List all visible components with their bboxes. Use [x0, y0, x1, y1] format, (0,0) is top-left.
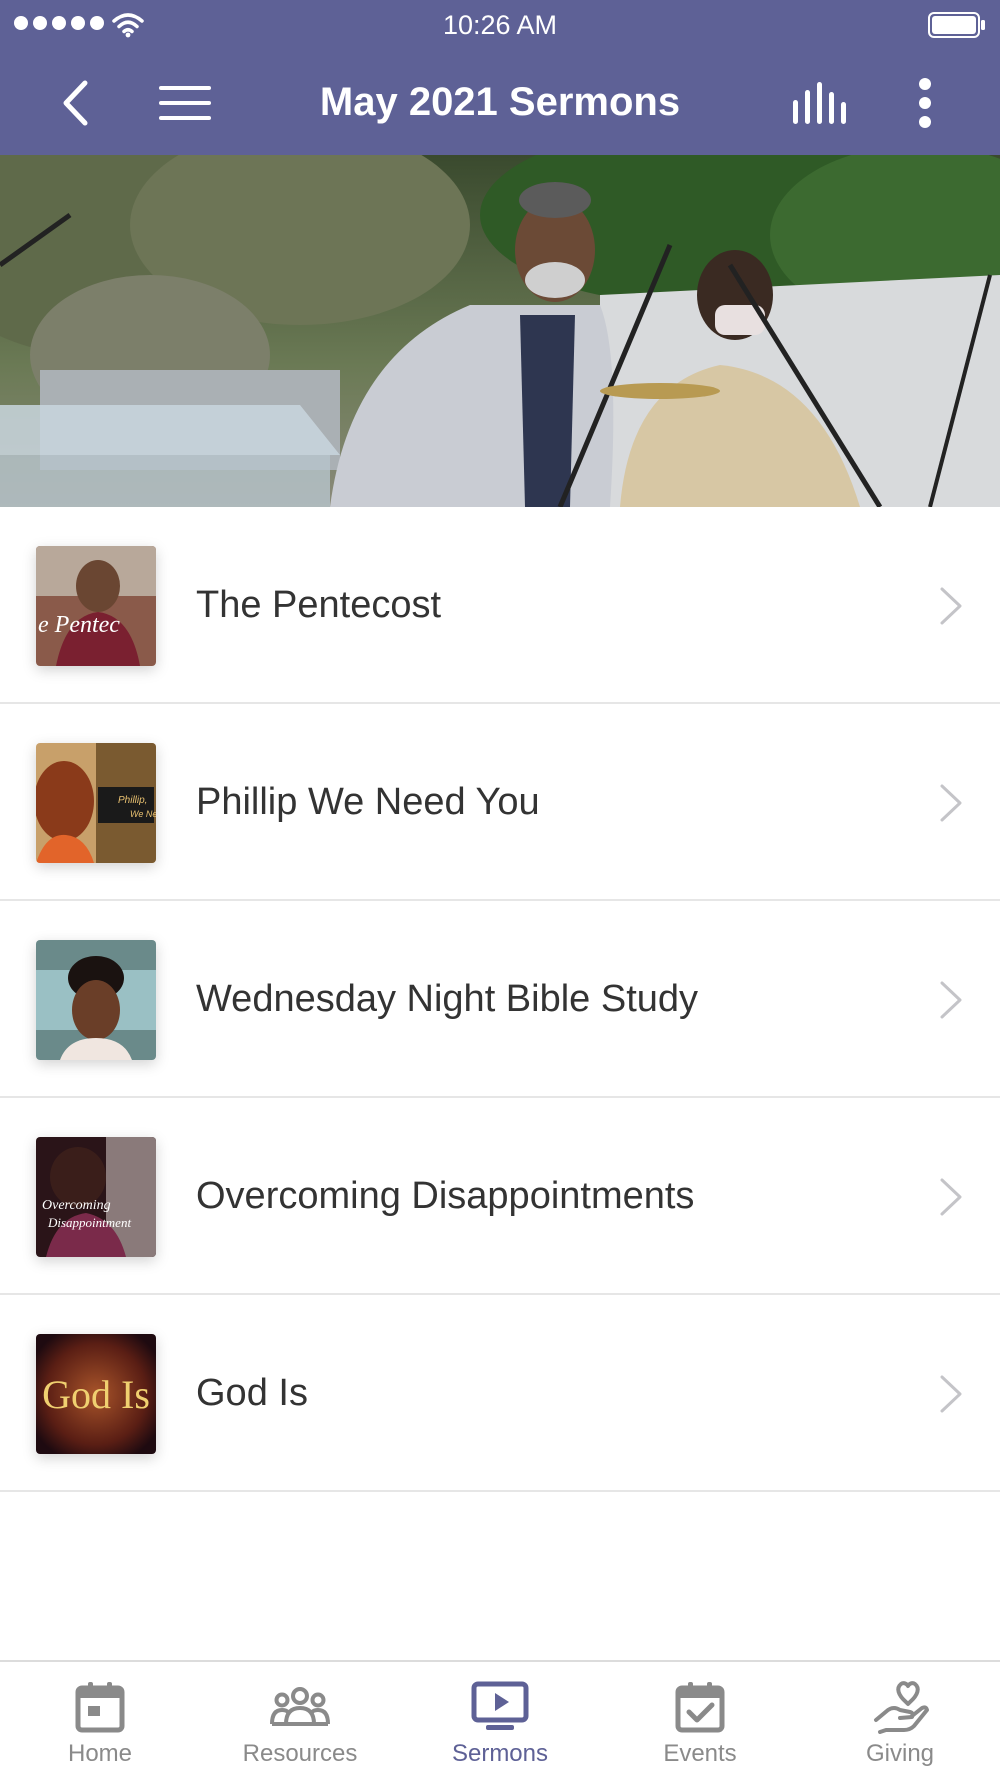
calendar-icon	[75, 1682, 125, 1733]
tab-giving[interactable]: Giving	[800, 1662, 1000, 1778]
tab-label: Events	[663, 1740, 737, 1767]
sermon-row[interactable]: God Is God Is	[0, 1295, 1000, 1492]
tab-resources[interactable]: Resources	[200, 1662, 400, 1778]
chevron-right-icon	[940, 981, 962, 1019]
sermon-title: The Pentecost	[196, 584, 442, 626]
back-button[interactable]	[40, 50, 110, 155]
more-vertical-icon	[919, 77, 931, 128]
tab-label: Resources	[242, 1740, 358, 1767]
sermon-title: God Is	[196, 1372, 308, 1414]
sermon-title: Wednesday Night Bible Study	[196, 978, 699, 1020]
sermon-list: e Pentec The Pentecost Phillip, We Nee P…	[0, 507, 1000, 1492]
chevron-right-icon	[940, 587, 962, 625]
hamburger-menu-icon	[159, 85, 211, 120]
sermon-thumbnail	[36, 940, 156, 1060]
more-options-button[interactable]	[890, 50, 960, 155]
page-title: May 2021 Sermons	[319, 80, 681, 124]
status-bar: 10:26 AM	[0, 0, 1000, 50]
tab-bar: Home Resources Sermons Events Giving	[0, 1660, 1000, 1778]
tab-events[interactable]: Events	[600, 1662, 800, 1778]
chevron-right-icon	[940, 784, 962, 822]
sermon-title: Phillip We Need You	[196, 781, 540, 823]
sermon-row[interactable]: Wednesday Night Bible Study	[0, 901, 1000, 1098]
thumbnail-caption: Overcoming	[42, 1198, 111, 1213]
people-icon	[270, 1687, 330, 1726]
audio-bars-icon	[793, 81, 846, 124]
tv-play-icon	[471, 1681, 529, 1730]
sermon-thumbnail: e Pentec	[36, 546, 156, 666]
tab-sermons[interactable]: Sermons	[400, 1662, 600, 1778]
sermon-thumbnail: Phillip, We Nee	[36, 743, 156, 863]
sermon-title: Overcoming Disappointments	[196, 1175, 695, 1217]
chevron-right-icon	[940, 1178, 962, 1216]
thumbnail-caption: We Nee	[130, 809, 156, 819]
audio-button[interactable]	[775, 50, 865, 155]
calendar-check-icon	[675, 1682, 725, 1733]
tab-home[interactable]: Home	[0, 1662, 200, 1778]
sermon-row[interactable]: Phillip, We Nee Phillip We Need You	[0, 704, 1000, 901]
sermon-thumbnail: Overcoming Disappointment	[36, 1137, 156, 1257]
tab-label: Sermons	[451, 1740, 549, 1767]
chevron-right-icon	[940, 1375, 962, 1413]
hero-image	[0, 155, 1000, 507]
sermon-row[interactable]: e Pentec The Pentecost	[0, 507, 1000, 704]
chevron-left-icon	[63, 80, 88, 125]
thumbnail-caption: God Is	[42, 1372, 150, 1417]
battery-icon	[928, 12, 985, 38]
sermon-row[interactable]: Overcoming Disappointment Overcoming Dis…	[0, 1098, 1000, 1295]
nav-bar: May 2021 Sermons	[0, 50, 1000, 155]
thumbnail-caption: Phillip,	[118, 795, 147, 806]
sermon-thumbnail: God Is	[36, 1334, 156, 1454]
status-time: 10:26 AM	[442, 10, 558, 40]
hand-heart-icon	[874, 1681, 929, 1734]
menu-button[interactable]	[140, 50, 230, 155]
thumbnail-caption: Disappointment	[47, 1215, 131, 1230]
tab-label: Giving	[865, 1740, 935, 1767]
thumbnail-caption: e Pentec	[38, 612, 120, 638]
tab-label: Home	[67, 1740, 133, 1767]
